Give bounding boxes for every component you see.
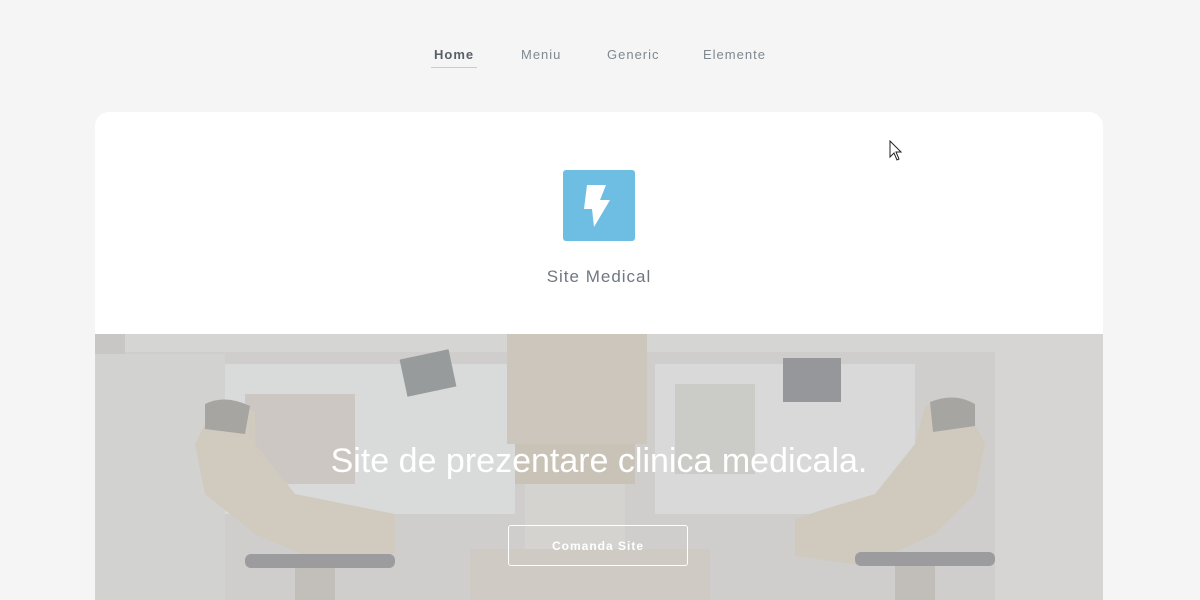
site-logo[interactable] — [563, 170, 635, 241]
site-name: Site Medical — [546, 267, 652, 286]
hero-title: Site de prezentare clinica medicala. — [330, 442, 868, 480]
main-nav: Home Meniu Generic Elemente — [0, 0, 1200, 112]
main-card: Site Medical Site de prezentare clinica … — [95, 112, 1103, 600]
hero-banner: Site de prezentare clinica medicala. Com… — [95, 334, 1103, 600]
lightning-bolt-icon — [584, 185, 610, 227]
nav-item-generic[interactable]: Generic — [607, 47, 660, 66]
nav-item-meniu[interactable]: Meniu — [521, 47, 561, 66]
mouse-pointer-icon — [889, 140, 903, 161]
order-site-button[interactable]: Comanda Site — [508, 525, 688, 566]
nav-item-home[interactable]: Home — [431, 47, 478, 68]
nav-item-elemente[interactable]: Elemente — [703, 47, 766, 66]
